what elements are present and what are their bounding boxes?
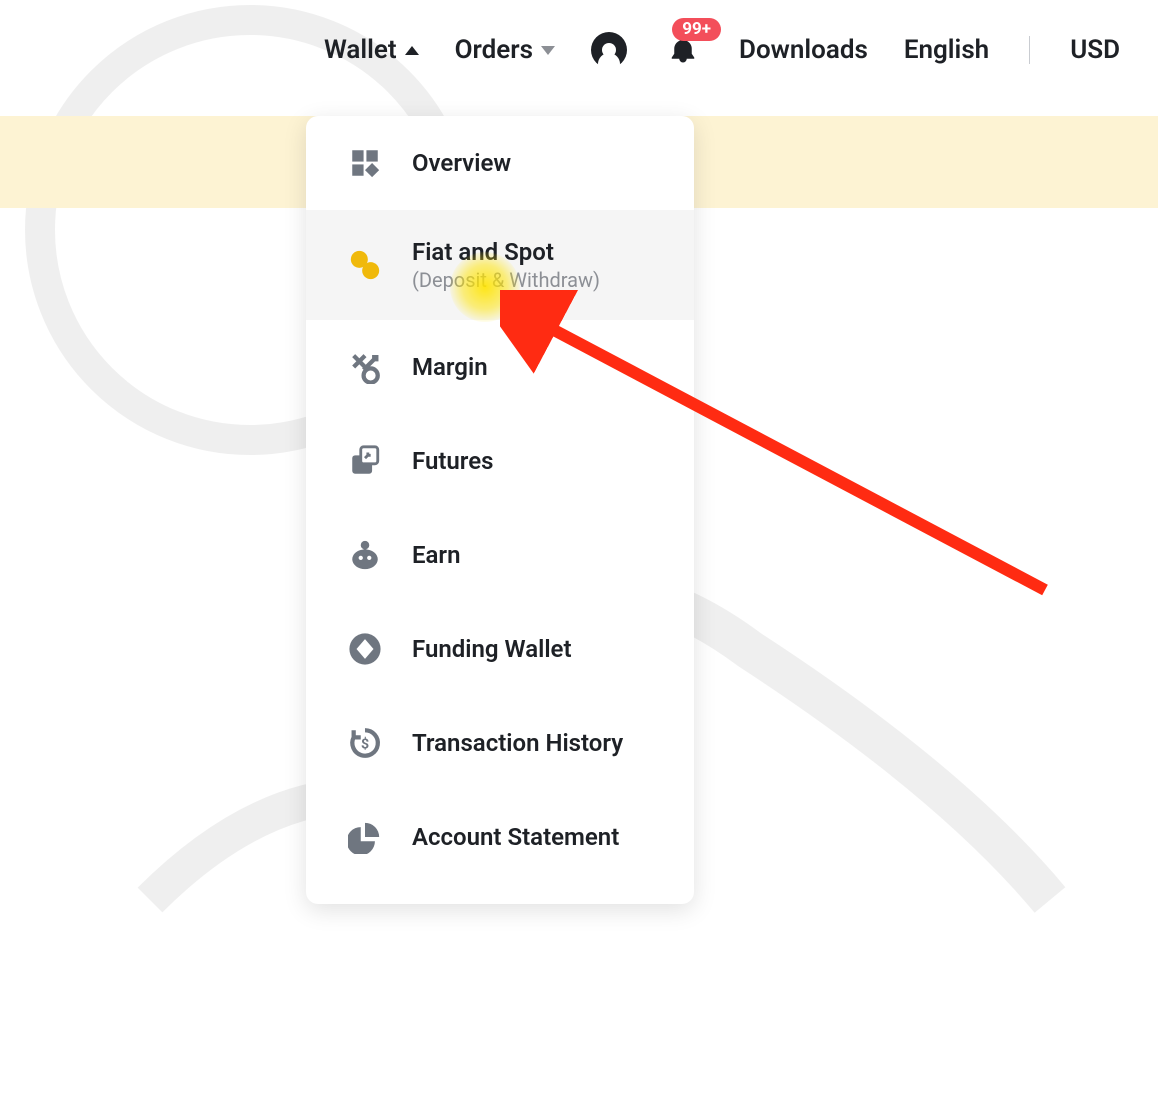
transaction-history-icon: $ — [346, 724, 384, 762]
language-selector[interactable]: English — [904, 35, 989, 65]
vertical-divider — [1029, 36, 1030, 64]
margin-icon — [346, 348, 384, 386]
fiat-spot-icon — [346, 246, 384, 284]
dropdown-item-transaction-history[interactable]: $ Transaction History — [306, 696, 694, 790]
dropdown-item-label: Overview — [412, 149, 511, 177]
top-navigation: Wallet Orders 99+ Downloads English USD — [0, 30, 1158, 70]
dropdown-item-label: Margin — [412, 353, 488, 381]
futures-icon — [346, 442, 384, 480]
dropdown-item-earn[interactable]: Earn — [306, 508, 694, 602]
currency-selector[interactable]: USD — [1070, 35, 1120, 65]
caret-up-icon — [405, 46, 419, 55]
dropdown-item-funding-wallet[interactable]: Funding Wallet — [306, 602, 694, 696]
wallet-dropdown: Overview Fiat and Spot (Deposit & Withdr… — [306, 116, 694, 904]
downloads-link[interactable]: Downloads — [739, 35, 868, 65]
notification-badge: 99+ — [672, 18, 721, 41]
dropdown-item-label: Futures — [412, 447, 493, 475]
wallet-label: Wallet — [324, 35, 397, 65]
wallet-menu-trigger[interactable]: Wallet — [324, 35, 419, 65]
downloads-label: Downloads — [739, 35, 868, 65]
orders-menu-trigger[interactable]: Orders — [455, 35, 555, 65]
currency-label: USD — [1070, 35, 1120, 65]
dropdown-item-futures[interactable]: Futures — [306, 414, 694, 508]
earn-icon — [346, 536, 384, 574]
dropdown-item-label: Account Statement — [412, 823, 619, 851]
user-account-icon[interactable] — [591, 32, 627, 68]
orders-label: Orders — [455, 35, 533, 65]
dropdown-item-sublabel: (Deposit & Withdraw) — [412, 268, 600, 292]
notifications-button[interactable]: 99+ — [663, 30, 703, 70]
overview-icon — [346, 144, 384, 182]
dropdown-item-label: Funding Wallet — [412, 635, 572, 663]
dropdown-item-label: Earn — [412, 541, 460, 569]
language-label: English — [904, 35, 989, 65]
account-statement-icon — [346, 818, 384, 856]
dropdown-item-account-statement[interactable]: Account Statement — [306, 790, 694, 884]
dropdown-item-label: Fiat and Spot — [412, 238, 600, 266]
svg-text:$: $ — [361, 736, 369, 753]
dropdown-item-margin[interactable]: Margin — [306, 320, 694, 414]
dropdown-item-label: Transaction History — [412, 729, 623, 757]
dropdown-item-overview[interactable]: Overview — [306, 116, 694, 210]
funding-wallet-icon — [346, 630, 384, 668]
caret-down-icon — [541, 46, 555, 55]
dropdown-item-fiat-and-spot[interactable]: Fiat and Spot (Deposit & Withdraw) — [306, 210, 694, 320]
